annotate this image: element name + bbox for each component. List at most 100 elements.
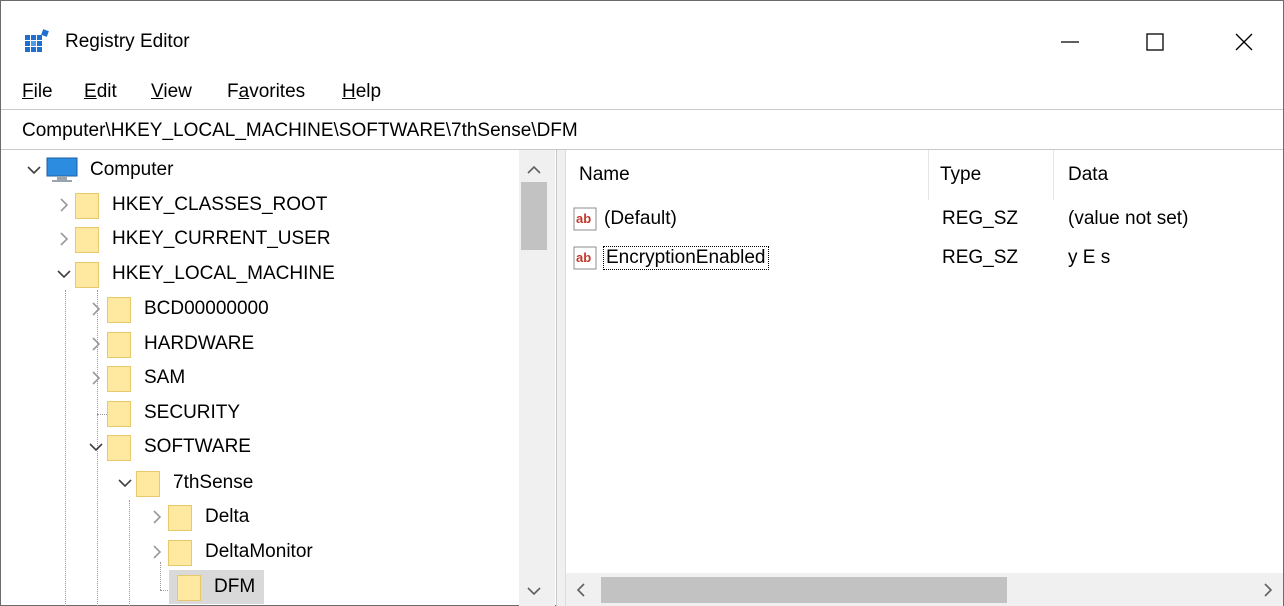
tree-label: HARDWARE: [144, 333, 255, 354]
scroll-up-arrow-icon[interactable]: [521, 157, 547, 183]
menu-view[interactable]: View: [151, 81, 192, 103]
tree-item-dfm[interactable]: DFM: [169, 570, 265, 604]
tree-item-deltamonitor[interactable]: DeltaMonitor: [146, 535, 316, 569]
close-icon: [1235, 33, 1253, 51]
folder-icon: [107, 433, 131, 461]
tree-item-hkey-classes-root[interactable]: HKEY_CLASSES_ROOT: [53, 188, 330, 222]
close-button[interactable]: [1221, 19, 1267, 65]
column-header-name[interactable]: Name: [579, 150, 929, 200]
window-title: Registry Editor: [65, 31, 190, 52]
scroll-down-arrow-icon[interactable]: [521, 578, 547, 604]
column-divider[interactable]: [928, 150, 929, 200]
registry-editor-window: Registry Editor File Edit View Favorites…: [0, 0, 1284, 606]
tree-label: Delta: [205, 506, 250, 527]
column-header-label: Name: [579, 164, 630, 185]
tree-connector: [129, 500, 130, 606]
folder-icon: [107, 330, 131, 358]
svg-text:ab: ab: [576, 250, 591, 265]
value-type: REG_SZ: [942, 247, 1019, 268]
address-bar[interactable]: Computer\HKEY_LOCAL_MACHINE\SOFTWARE\7th…: [1, 109, 1283, 150]
folder-icon: [107, 364, 131, 392]
key-tree-pane: Computer HKEY_CLASSES_ROOT HKEY_CURRENT_…: [1, 150, 557, 606]
scroll-right-arrow-icon[interactable]: [1255, 577, 1281, 603]
menu-help-label: Help: [342, 81, 382, 102]
tree-label: HKEY_CLASSES_ROOT: [112, 194, 328, 215]
chevron-right-icon[interactable]: [146, 535, 168, 569]
tree-item-computer[interactable]: Computer: [23, 153, 176, 187]
column-header-label: Type: [940, 164, 982, 185]
chevron-down-icon[interactable]: [53, 257, 75, 291]
tree-item-7thsense[interactable]: 7thSense: [114, 466, 256, 500]
tree-item-security[interactable]: SECURITY: [85, 396, 243, 430]
address-path: Computer\HKEY_LOCAL_MACHINE\SOFTWARE\7th…: [22, 120, 578, 141]
tree-item-hardware[interactable]: HARDWARE: [85, 327, 257, 361]
chevron-right-icon[interactable]: [53, 188, 75, 222]
chevron-right-icon[interactable]: [85, 327, 107, 361]
tree-label: HKEY_CURRENT_USER: [112, 228, 331, 249]
chevron-right-icon[interactable]: [53, 222, 75, 256]
chevron-right-icon[interactable]: [146, 500, 168, 534]
column-header-label: Data: [1068, 164, 1109, 185]
menu-edit[interactable]: Edit: [84, 81, 117, 103]
folder-icon: [75, 260, 99, 288]
value-data: (value not set): [1068, 208, 1189, 229]
pane-splitter[interactable]: [556, 150, 566, 606]
list-row[interactable]: ab EncryptionEnabled REG_SZ y E s: [572, 241, 1272, 275]
tree-item-bcd00000000[interactable]: BCD00000000: [85, 292, 272, 326]
menu-favorites-label: Favorites: [227, 81, 306, 102]
tree-item-sam[interactable]: SAM: [85, 361, 188, 395]
chevron-right-icon[interactable]: [85, 292, 107, 326]
tree-label: SOFTWARE: [144, 436, 251, 457]
chevron-down-icon[interactable]: [85, 430, 107, 464]
menu-bar: File Edit View Favorites Help: [1, 77, 1283, 109]
folder-icon: [107, 399, 131, 427]
menu-favorites[interactable]: Favorites: [227, 81, 305, 103]
column-divider[interactable]: [1053, 150, 1054, 200]
folder-icon: [107, 295, 131, 323]
folder-icon: [168, 538, 192, 566]
horizontal-scrollbar-thumb[interactable]: [601, 577, 1007, 603]
maximize-button[interactable]: [1132, 19, 1178, 65]
tree-item-hkey-local-machine[interactable]: HKEY_LOCAL_MACHINE: [53, 257, 338, 291]
folder-icon: [75, 225, 99, 253]
chevron-down-icon[interactable]: [23, 153, 45, 187]
tree-connector: [65, 290, 66, 606]
string-value-icon: ab: [573, 246, 597, 270]
chevron-right-icon[interactable]: [85, 361, 107, 395]
tree-label: HKEY_LOCAL_MACHINE: [112, 263, 335, 284]
folder-icon: [177, 573, 201, 601]
folder-icon: [136, 469, 160, 497]
tree-item-software[interactable]: SOFTWARE: [85, 430, 254, 464]
tree-scrollbar-thumb[interactable]: [521, 182, 547, 250]
menu-help[interactable]: Help: [342, 81, 381, 103]
svg-text:ab: ab: [576, 211, 591, 226]
menu-file-label: File: [22, 81, 53, 102]
column-header-type[interactable]: Type: [940, 150, 1052, 200]
chevron-down-icon[interactable]: [114, 466, 136, 500]
value-name: EncryptionEnabled: [603, 246, 769, 270]
menu-view-label: View: [151, 81, 192, 102]
menu-edit-label: Edit: [84, 81, 117, 102]
folder-icon: [75, 191, 99, 219]
tree-label: SECURITY: [144, 402, 241, 423]
menu-file[interactable]: File: [22, 81, 53, 103]
scroll-left-arrow-icon[interactable]: [568, 577, 594, 603]
maximize-icon: [1146, 33, 1164, 51]
tree-item-delta[interactable]: Delta: [146, 500, 252, 534]
minimize-button[interactable]: [1047, 19, 1093, 65]
folder-icon: [168, 503, 192, 531]
tree-item-hkey-current-user[interactable]: HKEY_CURRENT_USER: [53, 222, 334, 256]
title-bar: Registry Editor: [1, 1, 1283, 77]
tree-label: 7thSense: [173, 472, 254, 493]
tree-label: DFM: [214, 576, 256, 597]
values-list-pane: Name Type Data ab (Default) REG_SZ (valu…: [566, 150, 1283, 606]
tree-label: DeltaMonitor: [205, 541, 313, 562]
value-type: REG_SZ: [942, 208, 1019, 229]
value-name: (Default): [604, 208, 677, 229]
value-data: y E s: [1068, 247, 1111, 268]
column-header-data[interactable]: Data: [1068, 150, 1268, 200]
list-row[interactable]: ab (Default) REG_SZ (value not set): [572, 202, 1272, 236]
string-value-icon: ab: [573, 207, 597, 231]
list-header: Name Type Data: [566, 150, 1283, 200]
